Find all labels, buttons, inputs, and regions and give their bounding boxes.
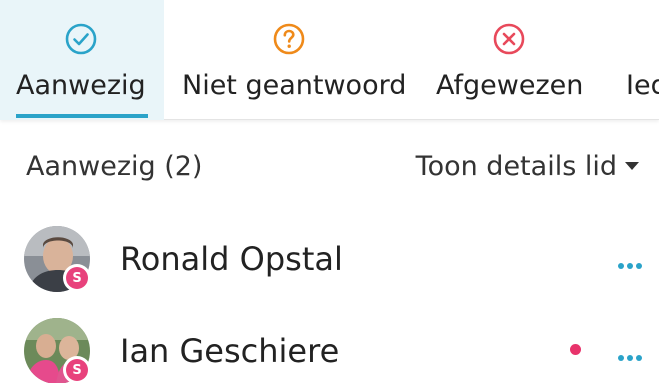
check-circle-icon [65, 23, 97, 55]
tab-label: Aanwezig [16, 70, 146, 101]
dropdown-label: Toon details lid [415, 151, 617, 182]
question-circle-icon [273, 23, 305, 55]
member-name: Ronald Opstal [120, 240, 343, 278]
more-options-icon[interactable] [618, 346, 646, 361]
tab-label: Iedereen [626, 70, 659, 101]
member-row[interactable]: S Ronald Opstal [0, 226, 659, 306]
active-tab-indicator [16, 114, 148, 118]
unread-indicator [570, 344, 581, 355]
tab-iedereen[interactable]: Iedereen [598, 0, 659, 120]
club-badge-icon: S [63, 264, 91, 292]
tab-label: Niet geantwoord [182, 70, 407, 101]
more-options-icon[interactable] [618, 254, 646, 269]
caret-down-icon [625, 161, 639, 170]
tab-label: Afgewezen [436, 70, 584, 101]
tab-niet-geantwoord[interactable]: Niet geantwoord [164, 0, 422, 120]
section-header: Aanwezig (2) Toon details lid [0, 145, 659, 191]
member-name: Ian Geschiere [120, 332, 340, 370]
club-badge-icon: S [63, 356, 91, 383]
tab-afgewezen[interactable]: Afgewezen [422, 0, 598, 120]
tab-aanwezig[interactable]: Aanwezig [0, 0, 164, 120]
member-details-dropdown[interactable]: Toon details lid [416, 151, 639, 182]
member-row[interactable]: S Ian Geschiere [0, 318, 659, 383]
section-title: Aanwezig (2) [26, 151, 203, 182]
tab-bar: Aanwezig Niet geantwoord Afgewezen Ieder… [0, 0, 659, 120]
x-circle-icon [493, 23, 525, 55]
